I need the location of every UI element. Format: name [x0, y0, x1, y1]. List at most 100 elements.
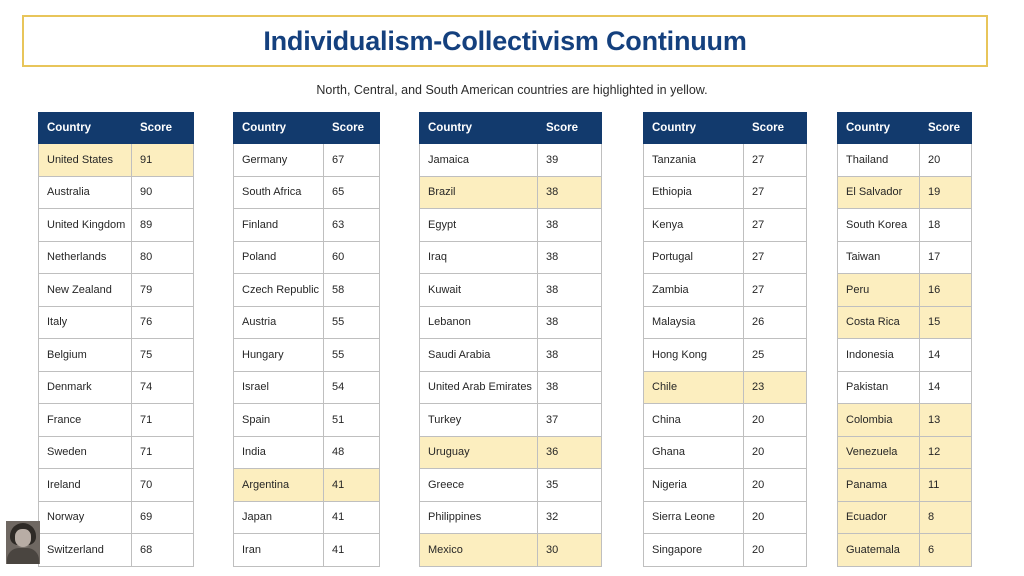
table-row: Lebanon 38	[419, 305, 602, 339]
table-row: Finland 63	[233, 208, 380, 242]
cell-score: 20	[743, 533, 807, 567]
table-row: United States 91	[38, 143, 194, 177]
cell-score: 30	[537, 533, 602, 567]
cell-score: 76	[131, 305, 194, 339]
table-row: Ethiopia 27	[643, 175, 807, 209]
table-row: United Kingdom 89	[38, 208, 194, 242]
photo-face-shape	[15, 529, 31, 547]
cell-score: 20	[743, 468, 807, 502]
cell-country: United Kingdom	[38, 208, 132, 242]
cell-score: 6	[919, 533, 972, 567]
table-row: Iraq 38	[419, 240, 602, 274]
cell-country: South Africa	[233, 175, 324, 209]
cell-country: Costa Rica	[837, 305, 920, 339]
table-row: Sierra Leone 20	[643, 500, 807, 534]
table-row: South Korea 18	[837, 208, 972, 242]
table-row: Thailand 20	[837, 143, 972, 177]
cell-score: 89	[131, 208, 194, 242]
table-row: Chile 23	[643, 370, 807, 404]
column-header-country[interactable]: Country	[38, 112, 132, 144]
cell-country: Ethiopia	[643, 175, 744, 209]
table-row: Malaysia 26	[643, 305, 807, 339]
table-row: Iran 41	[233, 533, 380, 567]
cell-score: 38	[537, 370, 602, 404]
table-row: Kuwait 38	[419, 273, 602, 307]
table-row: India 48	[233, 435, 380, 469]
column-header-country[interactable]: Country	[233, 112, 324, 144]
score-table-3: Country Score Jamaica 39 Brazil 38 Egypt 38 Iraq…	[419, 112, 602, 567]
page-title: Individualism-Collectivism Continuum	[263, 25, 747, 56]
cell-country: Czech Republic	[233, 273, 324, 307]
cell-score: 18	[919, 208, 972, 242]
table-row: Austria 55	[233, 305, 380, 339]
cell-country: Finland	[233, 208, 324, 242]
cell-score: 17	[919, 240, 972, 274]
cell-score: 60	[323, 240, 380, 274]
table-row: New Zealand 79	[38, 273, 194, 307]
cell-country: South Korea	[837, 208, 920, 242]
column-header-score[interactable]: Score	[743, 112, 807, 144]
cell-score: 37	[537, 403, 602, 437]
cell-country: Spain	[233, 403, 324, 437]
table-row: Brazil 38	[419, 175, 602, 209]
cell-country: Poland	[233, 240, 324, 274]
score-table-5: Country Score Thailand 20 El Salvador 19 South…	[837, 112, 972, 567]
table-row: Panama 11	[837, 468, 972, 502]
cell-country: Brazil	[419, 175, 538, 209]
cell-country: Saudi Arabia	[419, 338, 538, 372]
column-header-score[interactable]: Score	[323, 112, 380, 144]
cell-country: Italy	[38, 305, 132, 339]
table-row: Norway 69	[38, 500, 194, 534]
cell-country: Egypt	[419, 208, 538, 242]
column-header-score[interactable]: Score	[919, 112, 972, 144]
cell-country: Ireland	[38, 468, 132, 502]
cell-country: Israel	[233, 370, 324, 404]
cell-country: Switzerland	[38, 533, 132, 567]
table-row: Czech Republic 58	[233, 273, 380, 307]
cell-country: Tanzania	[643, 143, 744, 177]
table-row: Greece 35	[419, 468, 602, 502]
column-header-score[interactable]: Score	[537, 112, 602, 144]
cell-country: Belgium	[38, 338, 132, 372]
table-row: Hong Kong 25	[643, 338, 807, 372]
table-row: Egypt 38	[419, 208, 602, 242]
table-row: Jamaica 39	[419, 143, 602, 177]
cell-country: Guatemala	[837, 533, 920, 567]
table-row: Guatemala 6	[837, 533, 972, 567]
cell-country: Japan	[233, 500, 324, 534]
table-row: Philippines 32	[419, 500, 602, 534]
cell-country: Australia	[38, 175, 132, 209]
column-header-country[interactable]: Country	[837, 112, 920, 144]
cell-score: 27	[743, 240, 807, 274]
cell-score: 41	[323, 500, 380, 534]
table-row: Japan 41	[233, 500, 380, 534]
cell-score: 71	[131, 403, 194, 437]
cell-score: 38	[537, 175, 602, 209]
cell-score: 38	[537, 240, 602, 274]
cell-score: 55	[323, 338, 380, 372]
cell-score: 15	[919, 305, 972, 339]
table-row: Portugal 27	[643, 240, 807, 274]
cell-country: United Arab Emirates	[419, 370, 538, 404]
table-row: Costa Rica 15	[837, 305, 972, 339]
column-header-country[interactable]: Country	[643, 112, 744, 144]
cell-country: Iraq	[419, 240, 538, 274]
cell-country: Peru	[837, 273, 920, 307]
cell-score: 79	[131, 273, 194, 307]
column-header-country[interactable]: Country	[419, 112, 538, 144]
cell-country: Denmark	[38, 370, 132, 404]
table-row: Singapore 20	[643, 533, 807, 567]
cell-country: Zambia	[643, 273, 744, 307]
column-header-score[interactable]: Score	[131, 112, 194, 144]
cell-score: 69	[131, 500, 194, 534]
cell-score: 67	[323, 143, 380, 177]
cell-score: 51	[323, 403, 380, 437]
cell-score: 41	[323, 533, 380, 567]
cell-score: 14	[919, 370, 972, 404]
cell-score: 8	[919, 500, 972, 534]
cell-country: Hong Kong	[643, 338, 744, 372]
table-row: France 71	[38, 403, 194, 437]
cell-score: 38	[537, 273, 602, 307]
subtitle-note: North, Central, and South American count…	[316, 83, 708, 97]
cell-score: 54	[323, 370, 380, 404]
